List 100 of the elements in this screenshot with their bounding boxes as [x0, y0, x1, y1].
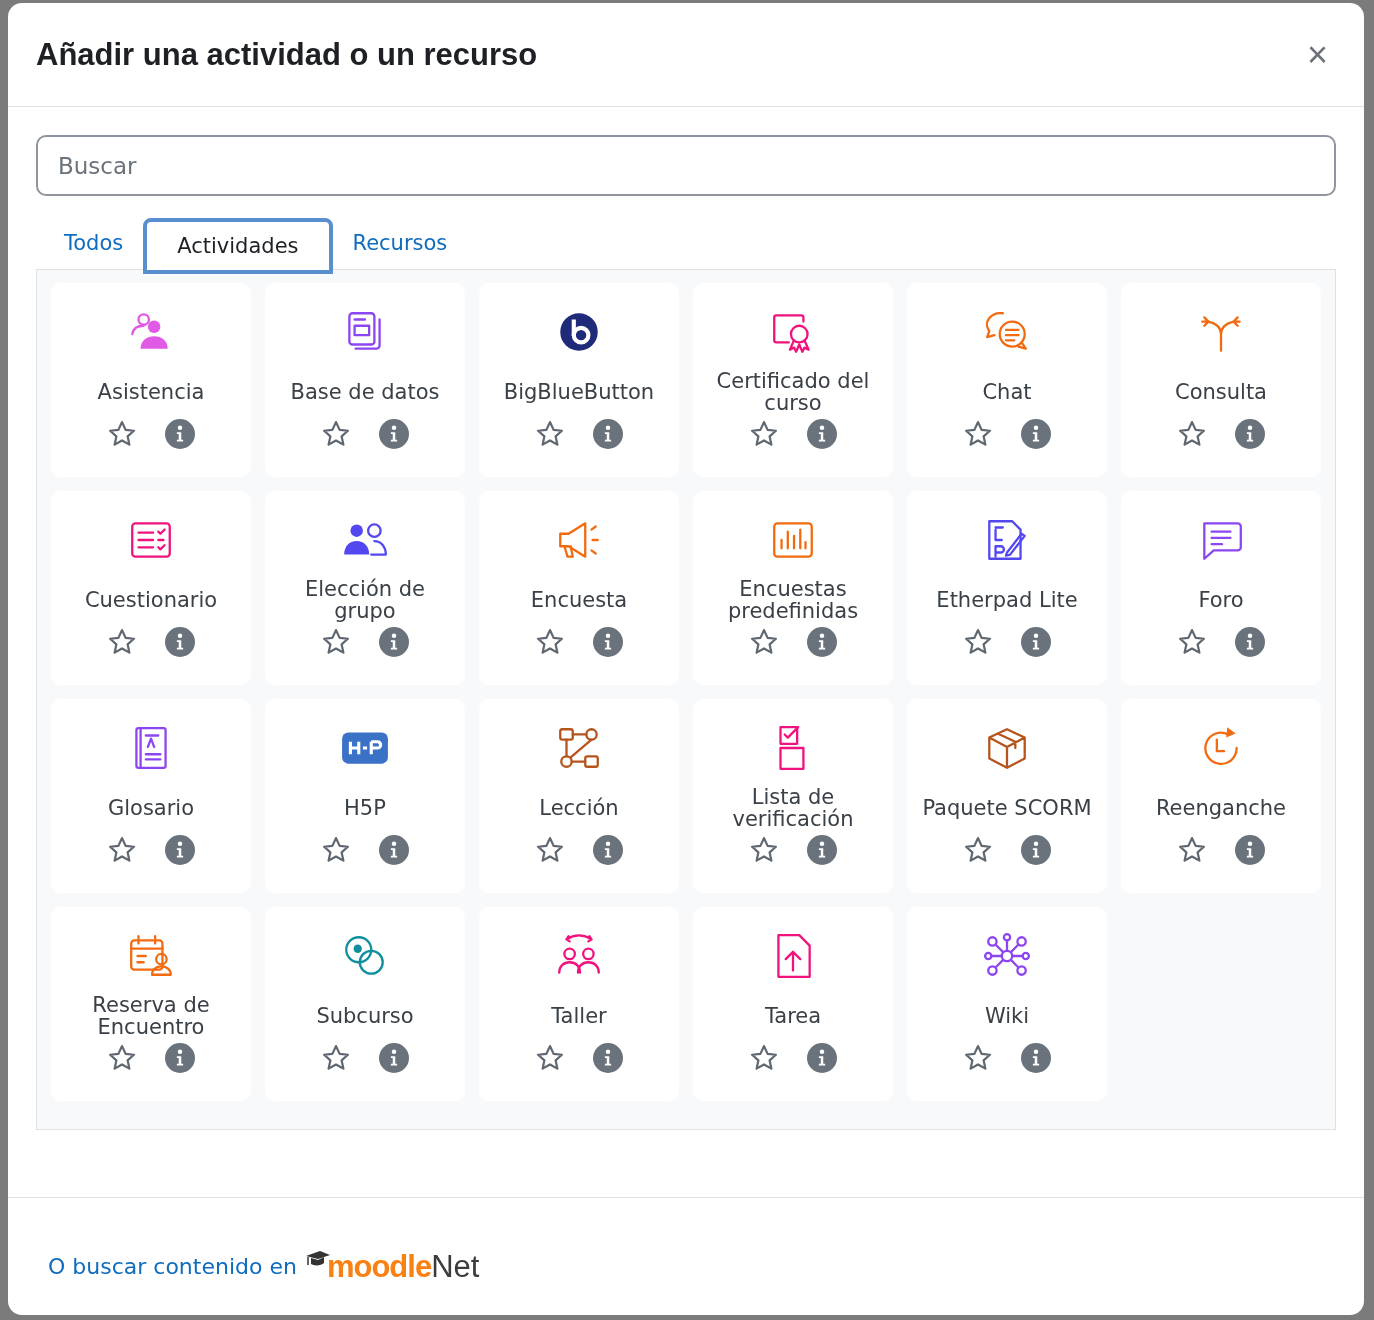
activity-card[interactable]: Chat — [907, 283, 1107, 477]
activity-card[interactable]: Reserva de Encuentro — [51, 907, 251, 1101]
star-icon[interactable] — [963, 419, 993, 449]
star-icon[interactable] — [749, 419, 779, 449]
info-icon[interactable] — [1021, 627, 1051, 657]
activity-label: Wiki — [983, 1003, 1031, 1030]
activity-card[interactable]: Taller — [479, 907, 679, 1101]
activity-label: Paquete SCORM — [921, 795, 1093, 822]
info-icon[interactable] — [1021, 835, 1051, 865]
logo-suffix: Net — [431, 1248, 480, 1285]
star-icon[interactable] — [535, 1043, 565, 1073]
star-icon[interactable] — [107, 835, 137, 865]
star-icon[interactable] — [963, 627, 993, 657]
activity-card[interactable]: Encuesta — [479, 491, 679, 685]
activity-label: Glosario — [106, 795, 196, 822]
info-icon[interactable] — [593, 835, 623, 865]
activity-card[interactable]: Etherpad Lite — [907, 491, 1107, 685]
activity-card[interactable]: Lección — [479, 699, 679, 893]
info-icon[interactable] — [165, 1043, 195, 1073]
info-icon[interactable] — [1021, 419, 1051, 449]
info-icon[interactable] — [807, 1043, 837, 1073]
activity-card[interactable]: Foro — [1121, 491, 1321, 685]
tab[interactable]: Recursos — [334, 219, 466, 269]
activity-card[interactable]: BigBlueButton — [479, 283, 679, 477]
star-icon[interactable] — [535, 419, 565, 449]
activity-label: Cuestionario — [83, 587, 219, 614]
activity-label: Reserva de Encuentro — [91, 992, 211, 1041]
activity-card[interactable]: H5P — [265, 699, 465, 893]
activity-label: H5P — [343, 795, 387, 822]
star-icon[interactable] — [963, 1043, 993, 1073]
activity-card[interactable]: Subcurso — [265, 907, 465, 1101]
star-icon[interactable] — [321, 627, 351, 657]
info-icon[interactable] — [1235, 627, 1265, 657]
activity-card[interactable]: Paquete SCORM — [907, 699, 1107, 893]
activity-label: Reenganche — [1154, 795, 1288, 822]
info-icon[interactable] — [807, 419, 837, 449]
activity-card[interactable]: Glosario — [51, 699, 251, 893]
activity-label: Subcurso — [315, 1003, 415, 1030]
activity-label: Encuestas predefinidas — [726, 576, 860, 625]
dialog-title: Añadir una actividad o un recurso — [36, 36, 538, 73]
activity-label: Taller — [550, 1003, 608, 1030]
activity-label: Elección de grupo — [303, 576, 426, 625]
tab[interactable]: Todos — [46, 219, 142, 269]
tab[interactable]: Actividades — [143, 218, 333, 274]
star-icon[interactable] — [321, 1043, 351, 1073]
info-icon[interactable] — [379, 419, 409, 449]
activity-label: Lista de verificación — [731, 784, 855, 833]
activity-label: Base de datos — [289, 379, 441, 406]
activity-label: Asistencia — [96, 379, 206, 406]
activity-card[interactable]: Reenganche — [1121, 699, 1321, 893]
info-icon[interactable] — [379, 835, 409, 865]
logo-wordmark: moodle — [326, 1248, 432, 1285]
activity-label: BigBlueButton — [502, 379, 656, 406]
activity-card[interactable]: Wiki — [907, 907, 1107, 1101]
activity-label: Chat — [981, 379, 1033, 406]
star-icon[interactable] — [1177, 835, 1207, 865]
star-icon[interactable] — [963, 835, 993, 865]
activity-card[interactable]: Lista de verificación — [693, 699, 893, 893]
info-icon[interactable] — [593, 627, 623, 657]
info-icon[interactable] — [1235, 419, 1265, 449]
activity-card[interactable]: Consulta — [1121, 283, 1321, 477]
info-icon[interactable] — [1021, 1043, 1051, 1073]
star-icon[interactable] — [1177, 627, 1207, 657]
activity-card[interactable]: Base de datos — [265, 283, 465, 477]
info-icon[interactable] — [807, 627, 837, 657]
info-icon[interactable] — [1235, 835, 1265, 865]
activity-card[interactable]: Asistencia — [51, 283, 251, 477]
activity-label: Encuesta — [529, 587, 629, 614]
info-icon[interactable] — [165, 835, 195, 865]
close-button[interactable]: × — [1298, 33, 1336, 76]
activity-card[interactable]: Elección de grupo — [265, 491, 465, 685]
star-icon[interactable] — [535, 627, 565, 657]
activity-label: Lección — [538, 795, 620, 822]
moodlenet-link[interactable]: O buscar contenido en — [48, 1254, 297, 1279]
star-icon[interactable] — [107, 627, 137, 657]
search-field[interactable]: Buscar — [36, 135, 1336, 196]
star-icon[interactable] — [749, 835, 779, 865]
info-icon[interactable] — [379, 627, 409, 657]
info-icon[interactable] — [379, 1043, 409, 1073]
star-icon[interactable] — [107, 1043, 137, 1073]
info-icon[interactable] — [593, 1043, 623, 1073]
star-icon[interactable] — [749, 627, 779, 657]
activity-label: Foro — [1197, 587, 1245, 614]
activity-card[interactable]: Certificado del curso — [693, 283, 893, 477]
activity-label: Certificado del curso — [715, 368, 871, 417]
info-icon[interactable] — [593, 419, 623, 449]
activity-card[interactable]: Encuestas predefinidas — [693, 491, 893, 685]
star-icon[interactable] — [749, 1043, 779, 1073]
star-icon[interactable] — [321, 419, 351, 449]
activity-card[interactable]: Tarea — [693, 907, 893, 1101]
star-icon[interactable] — [535, 835, 565, 865]
star-icon[interactable] — [1177, 419, 1207, 449]
star-icon[interactable] — [321, 835, 351, 865]
star-icon[interactable] — [107, 419, 137, 449]
activity-card[interactable]: Cuestionario — [51, 491, 251, 685]
info-icon[interactable] — [165, 419, 195, 449]
activity-label: Tarea — [763, 1003, 823, 1030]
info-icon[interactable] — [165, 627, 195, 657]
activity-label: Etherpad Lite — [935, 587, 1079, 614]
info-icon[interactable] — [807, 835, 837, 865]
